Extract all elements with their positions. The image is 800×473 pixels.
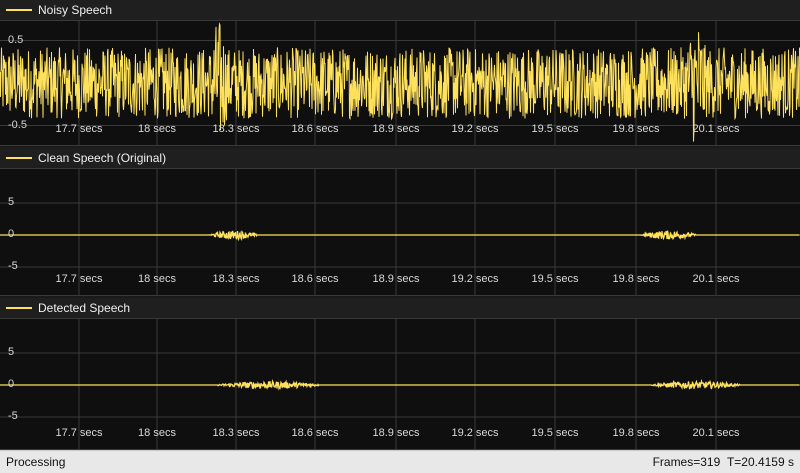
legend-label: Noisy Speech [38, 3, 113, 17]
y-tick-label: -5 [8, 260, 18, 272]
x-tick-label: 18.3 secs [212, 427, 260, 439]
legend-clean-speech: Clean Speech (Original) [0, 148, 800, 168]
legend-line-swatch [6, 9, 32, 11]
legend-label: Clean Speech (Original) [38, 151, 167, 165]
x-tick-label: 19.2 secs [451, 123, 499, 135]
status-bar: Processing Frames=319 T=20.4159 s [0, 450, 800, 473]
x-tick-label: 17.7 secs [55, 273, 103, 285]
x-tick-label: 19.2 secs [451, 273, 499, 285]
x-tick-label: 18 secs [138, 123, 176, 135]
time-readout: T=20.4159 s [726, 455, 794, 469]
plot-noisy-speech: 17.7 secs 18 secs 18.3 secs 18.6 secs 18.9 s… [0, 20, 800, 146]
x-tick-label: 20.1 secs [692, 123, 740, 135]
x-tick-label: 20.1 secs [692, 273, 740, 285]
x-tick-label: 19.2 secs [451, 427, 499, 439]
y-tick-label: 5 [8, 196, 15, 208]
legend-line-swatch [6, 307, 32, 309]
frames-count: Frames=319 [652, 455, 721, 469]
x-tick-label: 18.6 secs [291, 123, 339, 135]
y-tick-label: -5 [8, 410, 18, 422]
x-tick-label: 18.6 secs [291, 273, 339, 285]
legend-detected-speech: Detected Speech [0, 298, 800, 318]
x-tick-label: 19.8 secs [612, 273, 660, 285]
y-tick-label: 0 [8, 378, 15, 390]
x-tick-label: 18 secs [138, 273, 176, 285]
x-tick-label: 19.8 secs [612, 123, 660, 135]
plot-detected-speech: 17.7 secs 18 secs 18.3 secs 18.6 secs 18.9 s… [0, 318, 800, 450]
x-tick-label: 18.3 secs [212, 273, 260, 285]
y-tick-label: -0.5 [8, 118, 27, 131]
y-tick-label: 0 [8, 228, 15, 240]
y-tick-label: 5 [8, 346, 15, 358]
signal-trace [0, 378, 800, 391]
legend-noisy-speech: Noisy Speech [0, 0, 800, 20]
x-tick-label: 17.7 secs [55, 427, 103, 439]
x-tick-label: 18 secs [138, 427, 176, 439]
x-tick-label: 19.8 secs [612, 427, 660, 439]
status-text: Processing [6, 455, 66, 469]
plot-clean-speech: 17.7 secs 18 secs 18.3 secs 18.6 secs 18.9 s… [0, 168, 800, 296]
y-tick-label: 0.5 [8, 33, 24, 46]
x-tick-label: 17.7 secs [55, 123, 103, 135]
x-tick-label: 19.5 secs [531, 123, 579, 135]
x-tick-label: 19.5 secs [531, 427, 579, 439]
x-tick-label: 18.6 secs [291, 427, 339, 439]
x-tick-label: 20.1 secs [692, 427, 740, 439]
x-tick-label: 19.5 secs [531, 273, 579, 285]
legend-line-swatch [6, 157, 32, 159]
x-tick-label: 18.9 secs [372, 427, 420, 439]
x-tick-label: 18.3 secs [212, 123, 260, 135]
status-readout: Frames=319 T=20.4159 s [653, 455, 794, 469]
legend-label: Detected Speech [38, 301, 131, 315]
x-tick-label: 18.9 secs [372, 123, 420, 135]
x-tick-label: 18.9 secs [372, 273, 420, 285]
